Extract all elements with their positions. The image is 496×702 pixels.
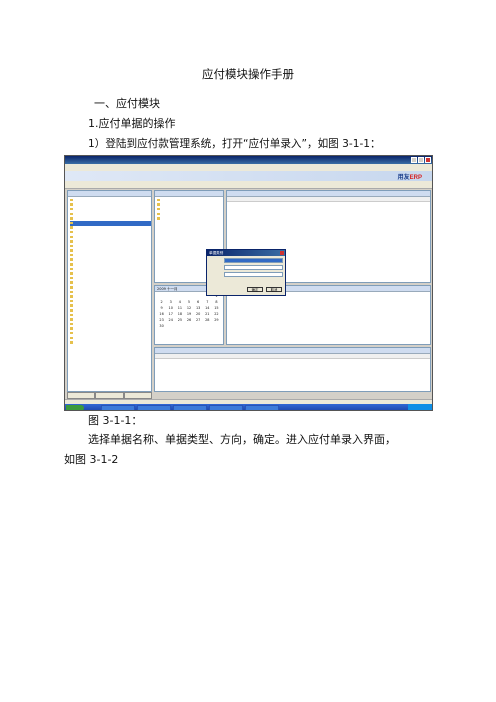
body-text-line-1: 选择单据名称、单据类型、方向，确定。进入应付单录入界面， — [88, 433, 396, 446]
windows-taskbar — [65, 404, 432, 410]
calendar-day: 18 — [177, 312, 183, 316]
subsection-heading: 1.应付单据的操作 — [88, 117, 176, 130]
step-text: 1）登陆到应付款管理系统，打开“应付单录入”，如图 3-1-1： — [88, 138, 381, 150]
calendar-day: 19 — [186, 312, 192, 316]
document-type-dialog: 单据类别 确定 取消 — [206, 249, 286, 296]
app-title-bar — [65, 156, 432, 164]
cancel-button: 取消 — [266, 287, 282, 292]
document-title: 应付模块操作手册 — [202, 67, 294, 81]
calendar-day: 22 — [214, 312, 219, 316]
close-icon — [425, 157, 431, 163]
todo-list-header — [155, 354, 430, 359]
document-type-row — [209, 265, 283, 270]
calendar-day: 6 — [197, 300, 200, 304]
maximize-icon — [418, 157, 424, 163]
calendar-day: 25 — [177, 318, 183, 322]
todo-pane — [154, 347, 431, 392]
calendar-day: 24 — [168, 318, 173, 322]
tree — [68, 197, 151, 345]
app-banner — [65, 171, 432, 181]
ok-button: 确定 — [247, 287, 263, 292]
start-button — [66, 405, 84, 410]
figure-caption: 图 3-1-1： — [88, 414, 143, 427]
direction-select — [224, 272, 283, 277]
calendar-day: 2 — [160, 300, 163, 304]
calendar-day: 9 — [160, 306, 163, 310]
embedded-screenshot: 用友ERP 2009 十一月 1 2 3 4 5 6 7 8 9 10 11 1… — [64, 155, 433, 411]
calendar-day: 14 — [205, 306, 210, 310]
calendar-day: 8 — [215, 300, 218, 304]
calendar-day: 26 — [186, 318, 192, 322]
calendar-grid: 1 2 3 4 5 6 7 8 9 10 11 12 13 14 15 16 1… — [155, 292, 223, 330]
calendar-day: 16 — [159, 312, 164, 316]
calendar-day: 21 — [205, 312, 210, 316]
calendar-day: 13 — [195, 306, 201, 310]
left-tab — [123, 392, 152, 399]
section-heading: 一、应付模块 — [94, 97, 160, 110]
document-name-select — [224, 258, 283, 263]
calendar-day: 27 — [195, 318, 201, 322]
dialog-title: 单据类别 — [207, 250, 285, 256]
calendar-day: 23 — [159, 318, 164, 322]
calendar-day: 20 — [195, 312, 201, 316]
taskbar-item — [137, 405, 171, 410]
body-text-line-2: 如图 3-1-2 — [64, 453, 119, 466]
taskbar-item — [245, 405, 279, 410]
close-icon — [280, 251, 284, 255]
taskbar-item — [101, 405, 135, 410]
document-type-select — [224, 265, 283, 270]
calendar-day: 28 — [205, 318, 210, 322]
app-logo: 用友ERP — [397, 175, 422, 181]
app-menu-bar — [65, 164, 432, 171]
system-tray — [408, 404, 432, 410]
left-panel-tabs — [67, 392, 152, 399]
document-name-row — [209, 258, 283, 263]
calendar-day: 17 — [168, 312, 173, 316]
calendar-day: 3 — [169, 300, 172, 304]
taskbar-items — [101, 405, 279, 410]
folder-node — [157, 216, 223, 221]
calendar-day: 4 — [178, 300, 181, 304]
calendar-day: 10 — [168, 306, 173, 310]
calendar-day: 12 — [186, 306, 192, 310]
calendar-day: 15 — [214, 306, 219, 310]
taskbar-item — [173, 405, 207, 410]
left-tab — [67, 392, 96, 399]
message-list-header — [227, 197, 430, 202]
calendar-day: 30 — [159, 324, 164, 328]
direction-row — [209, 272, 283, 277]
taskbar-item — [209, 405, 243, 410]
calendar-day: 29 — [214, 318, 219, 322]
calendar-day: 11 — [177, 306, 183, 310]
tree-node — [70, 340, 151, 345]
left-tab — [95, 392, 124, 399]
calendar-day: 7 — [206, 300, 209, 304]
calendar-day: 5 — [187, 300, 191, 304]
app-toolbar — [65, 181, 432, 189]
navigation-tree-panel — [67, 190, 152, 392]
minimize-icon — [411, 157, 417, 163]
